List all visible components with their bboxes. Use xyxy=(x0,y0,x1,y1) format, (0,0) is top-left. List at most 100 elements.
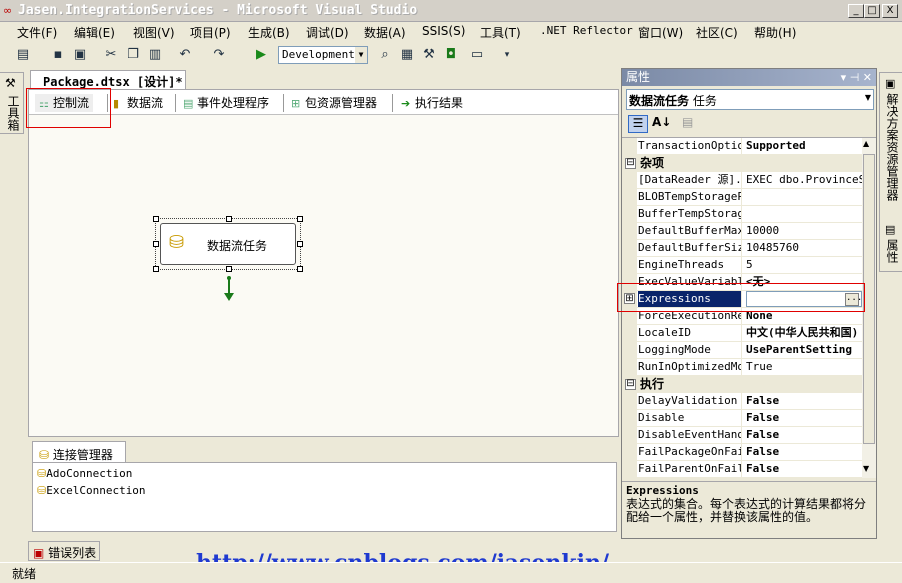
resize-handle[interactable] xyxy=(226,266,232,272)
save-all-icon[interactable]: ▣ xyxy=(71,46,89,64)
vs-app-icon[interactable]: ∞ xyxy=(3,4,17,18)
property-row[interactable]: [DataReader 源].[EXEC dbo.ProvinceSe xyxy=(622,172,862,189)
property-value[interactable] xyxy=(746,189,862,205)
solution-explorer-tab[interactable]: 解决方案资源管理器 xyxy=(884,93,901,201)
menu-tools[interactable]: 工具(T) xyxy=(480,24,521,41)
chevron-down-icon[interactable]: ▼ xyxy=(865,93,871,102)
menu-window[interactable]: 窗口(W) xyxy=(638,24,683,41)
tab-event-handlers[interactable]: ▤ 事件处理程序 xyxy=(183,94,269,112)
menu-project[interactable]: 项目(P) xyxy=(190,24,231,41)
resize-handle[interactable] xyxy=(297,241,303,247)
property-row[interactable]: Disable False xyxy=(622,410,862,427)
menu-net-reflector[interactable]: .NET Reflector xyxy=(540,24,633,37)
categorized-icon[interactable]: ☰ xyxy=(628,115,648,133)
paste-icon[interactable]: ▥ xyxy=(146,46,164,64)
property-category[interactable]: ⊟ 执行 xyxy=(622,376,862,393)
connection-item[interactable]: ⛁AdoConnection xyxy=(37,467,132,480)
new-project-icon[interactable]: ▤ xyxy=(14,46,32,64)
menu-community[interactable]: 社区(C) xyxy=(696,24,738,41)
property-value[interactable]: False xyxy=(746,461,862,477)
properties-tab[interactable]: 属性 xyxy=(884,239,901,263)
property-value[interactable]: False xyxy=(746,393,862,409)
tab-progress[interactable]: ➔ 执行结果 xyxy=(401,94,463,112)
menu-ssis[interactable]: SSIS(S) xyxy=(422,24,465,38)
property-row[interactable]: FailPackageOnFail False xyxy=(622,444,862,461)
redo-icon[interactable]: ↷ xyxy=(210,46,228,64)
object-selector-combo[interactable]: 数据流任务 任务 ▼ xyxy=(626,89,874,110)
property-value[interactable]: True xyxy=(746,359,862,375)
resize-handle[interactable] xyxy=(153,216,159,222)
collapse-icon[interactable]: ⊟ xyxy=(625,158,636,169)
chevron-down-icon[interactable]: ▼ xyxy=(355,47,367,63)
properties-title-bar[interactable]: 属性 ▾ ⊣ ✕ xyxy=(622,69,876,86)
property-value[interactable]: 10485760 xyxy=(746,240,862,256)
property-row[interactable]: EngineThreads 5 xyxy=(622,257,862,274)
property-value[interactable]: 10000 xyxy=(746,223,862,239)
menu-debug[interactable]: 调试(D) xyxy=(306,24,349,41)
resize-handle[interactable] xyxy=(153,241,159,247)
connection-list[interactable]: ⛁AdoConnection ⛁ExcelConnection xyxy=(32,462,617,532)
error-list-tab[interactable]: ▣ 错误列表 xyxy=(28,541,100,561)
maximize-button[interactable]: □ xyxy=(864,4,880,18)
close-button[interactable]: X xyxy=(882,4,898,18)
scroll-up-icon[interactable]: ▲ xyxy=(863,139,869,148)
property-row[interactable]: DisableEventHandl False xyxy=(622,427,862,444)
property-value[interactable]: Supported xyxy=(746,138,862,154)
menu-build[interactable]: 生成(B) xyxy=(248,24,290,41)
menu-help[interactable]: 帮助(H) xyxy=(754,24,796,41)
alphabetical-icon[interactable]: A↓ xyxy=(652,115,671,129)
property-row[interactable]: BLOBTempStoragePa xyxy=(622,189,862,206)
connection-managers-tab[interactable]: ⛁ 连接管理器 xyxy=(32,441,126,463)
property-row[interactable]: LocaleID 中文(中华人民共和国) xyxy=(622,325,862,342)
package-designer[interactable]: ⚏ 控制流 ▮ 数据流 ▤ 事件处理程序 ⊞ 包资源管理器 ➔ 执行结果 ⛁ 数据流任务 xyxy=(28,89,619,437)
property-value[interactable]: 5 xyxy=(746,257,862,273)
resize-handle[interactable] xyxy=(297,216,303,222)
menu-file[interactable]: 文件(F) xyxy=(17,24,57,41)
tab-data-flow[interactable]: ▮ 数据流 xyxy=(113,94,163,112)
menu-view[interactable]: 视图(V) xyxy=(133,24,175,41)
resize-handle[interactable] xyxy=(297,266,303,272)
property-row[interactable]: TransactionOption Supported xyxy=(622,138,862,155)
document-tab[interactable]: Package.dtsx [设计]* xyxy=(30,70,186,90)
property-row[interactable]: BufferTempStorage xyxy=(622,206,862,223)
more-windows-icon[interactable]: ▭ xyxy=(468,46,486,64)
property-row[interactable]: FailParentOnFailu False xyxy=(622,461,862,478)
toolbox-side-tab[interactable]: ⚒ 工具箱 xyxy=(0,72,24,134)
property-row[interactable]: DelayValidation False xyxy=(622,393,862,410)
property-value[interactable]: False xyxy=(746,427,862,443)
start-page-icon[interactable]: ◘ xyxy=(442,46,460,64)
property-category[interactable]: ⊟ 杂项 xyxy=(622,155,862,172)
menu-data[interactable]: 数据(A) xyxy=(364,24,406,41)
property-row[interactable]: LoggingMode UseParentSetting xyxy=(622,342,862,359)
resize-handle[interactable] xyxy=(226,216,232,222)
property-row[interactable]: DefaultBufferSize 10485760 xyxy=(622,240,862,257)
toolbar-options-icon[interactable]: ▾ xyxy=(498,46,516,64)
data-flow-task[interactable]: ⛁ 数据流任务 xyxy=(153,216,303,301)
property-row[interactable]: DefaultBufferMaxR 10000 xyxy=(622,223,862,240)
cut-icon[interactable]: ✂ xyxy=(102,46,120,64)
collapse-icon[interactable]: ⊟ xyxy=(625,379,636,390)
property-row[interactable]: RunInOptimizedMod True xyxy=(622,359,862,376)
property-value[interactable]: False xyxy=(746,410,862,426)
start-debug-icon[interactable]: ▶ xyxy=(252,46,270,64)
solution-configuration-combo[interactable]: Development ▼ xyxy=(278,46,368,64)
precedence-constraint-arrow[interactable] xyxy=(222,275,236,303)
property-value[interactable] xyxy=(746,206,862,222)
undo-icon[interactable]: ↶ xyxy=(176,46,194,64)
property-value[interactable]: UseParentSetting xyxy=(746,342,862,358)
task-box[interactable]: ⛁ 数据流任务 xyxy=(160,223,296,265)
property-value[interactable]: False xyxy=(746,444,862,460)
window-pin-close-icons[interactable]: ▾ ⊣ ✕ xyxy=(841,69,872,86)
properties-window-icon[interactable]: ▦ xyxy=(398,46,416,64)
save-icon[interactable]: ▪ xyxy=(49,46,67,64)
connection-item[interactable]: ⛁ExcelConnection xyxy=(37,484,146,497)
property-value[interactable]: EXEC dbo.ProvinceSe xyxy=(746,172,862,188)
find-in-files-icon[interactable]: ⌕ xyxy=(376,46,394,64)
toolbox-icon[interactable]: ⚒ xyxy=(420,46,438,64)
copy-icon[interactable]: ❐ xyxy=(124,46,142,64)
resize-handle[interactable] xyxy=(153,266,159,272)
minimize-button[interactable]: _ xyxy=(848,4,864,18)
property-value[interactable]: 中文(中华人民共和国) xyxy=(746,325,862,341)
property-pages-icon[interactable]: ▤ xyxy=(682,115,693,129)
scroll-down-icon[interactable]: ▼ xyxy=(863,464,869,473)
